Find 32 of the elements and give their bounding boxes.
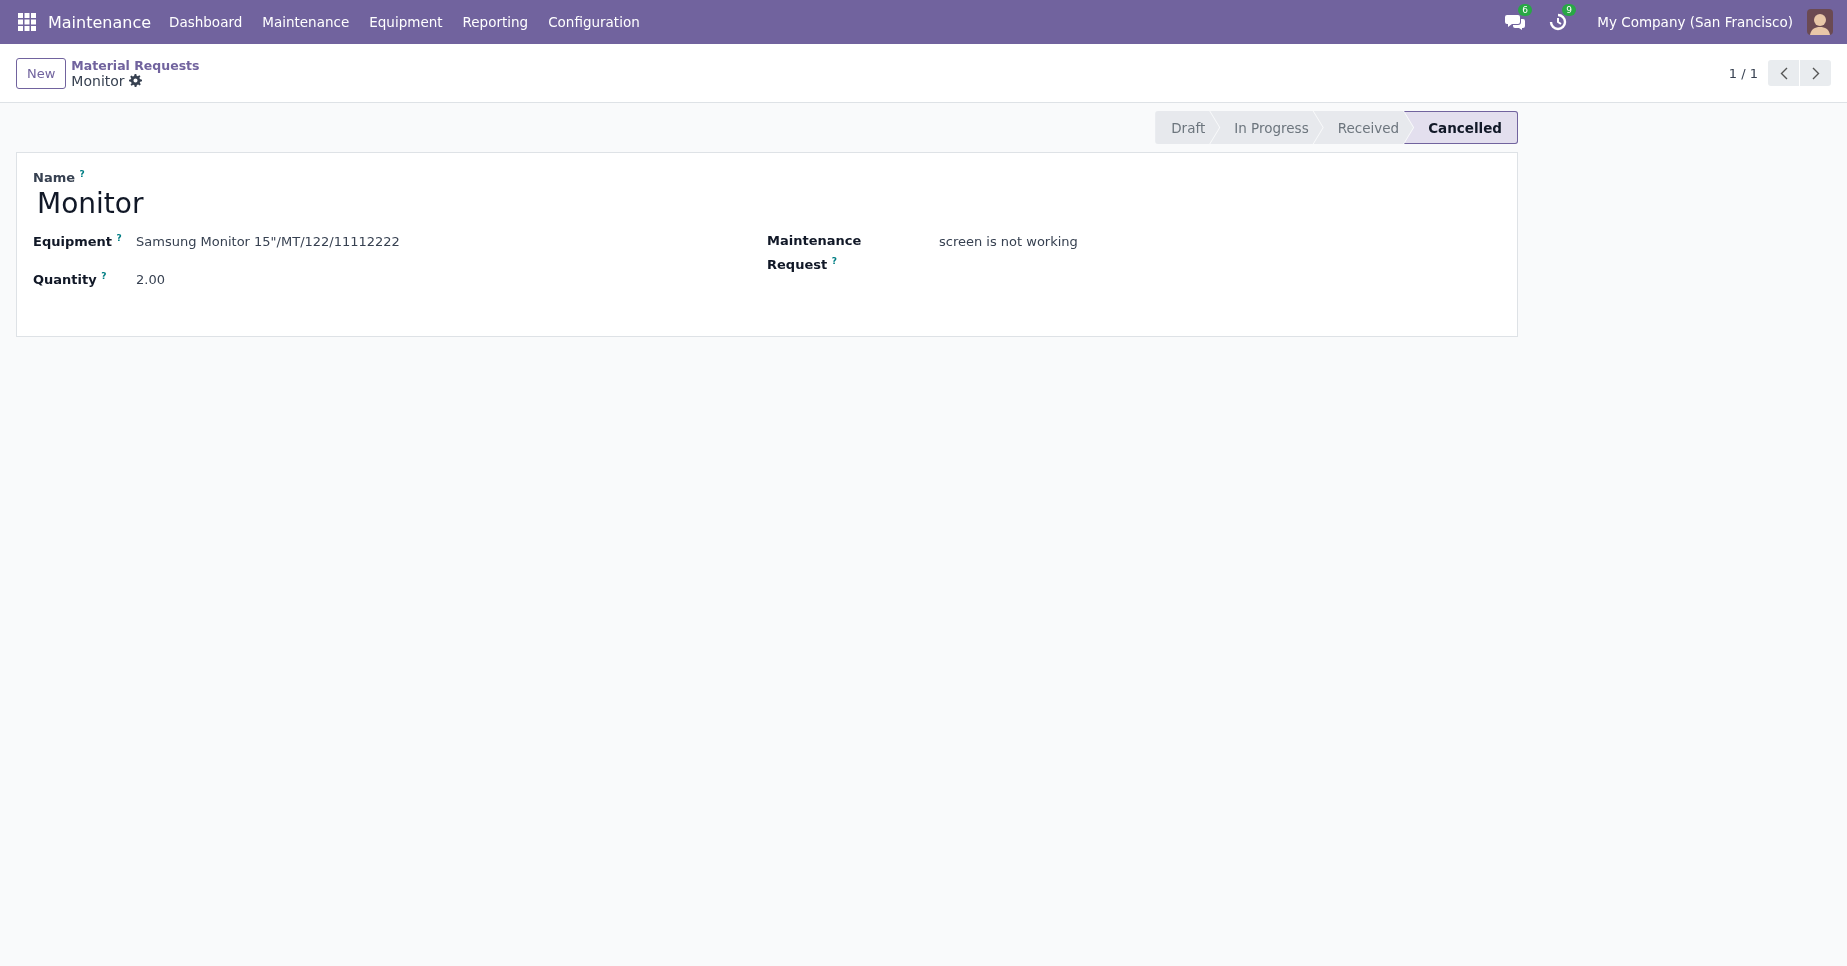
field-label: Name $^{?}$ [33,169,86,186]
message-count-badge: 6 [1518,4,1532,16]
app-title[interactable]: Maintenance [48,12,152,32]
chevron-right-icon [1811,66,1820,80]
record-name: Monitor [37,187,145,221]
chat-bubbles-icon[interactable] [1505,13,1526,31]
field-label: Quantity $^{?}$ [33,270,108,290]
status-stage[interactable]: Draft [1155,111,1220,144]
clock-icon[interactable] [1549,13,1568,31]
record-title: Monitor [71,72,125,89]
user-avatar[interactable] [1807,9,1833,35]
menu-item[interactable]: Dashboard [159,14,253,30]
settings-icon[interactable] [128,74,142,87]
chevron-left-icon [1779,66,1788,80]
apps-grid-icon[interactable] [18,13,36,31]
company-name[interactable]: My Company (San Francisco) [1597,14,1793,30]
field-label: Equipment $^{?}$ [33,232,123,252]
menu-item[interactable]: Reporting [452,14,539,30]
pager-counter: 1 / 1 [1728,65,1758,81]
field-value: screen is not working [939,233,1078,252]
field-value: Samsung Monitor 15"/MT/122/11112222 [136,233,400,252]
status-stage[interactable]: In Progress [1210,111,1323,144]
menu-item[interactable]: Equipment [359,14,453,30]
menu-item[interactable]: Maintenance [252,14,360,30]
status-stage[interactable]: Cancelled [1404,111,1518,144]
status-stage[interactable]: Received [1313,111,1414,144]
field-label: Maintenance Request $^{?}$ [767,232,863,275]
new-button[interactable]: New [16,57,67,89]
menu-item[interactable]: Configuration [538,14,650,30]
field-value: 2.00 [136,271,165,290]
activity-count-badge: 9 [1562,4,1576,16]
breadcrumb-link[interactable]: Material Requests [71,57,200,73]
